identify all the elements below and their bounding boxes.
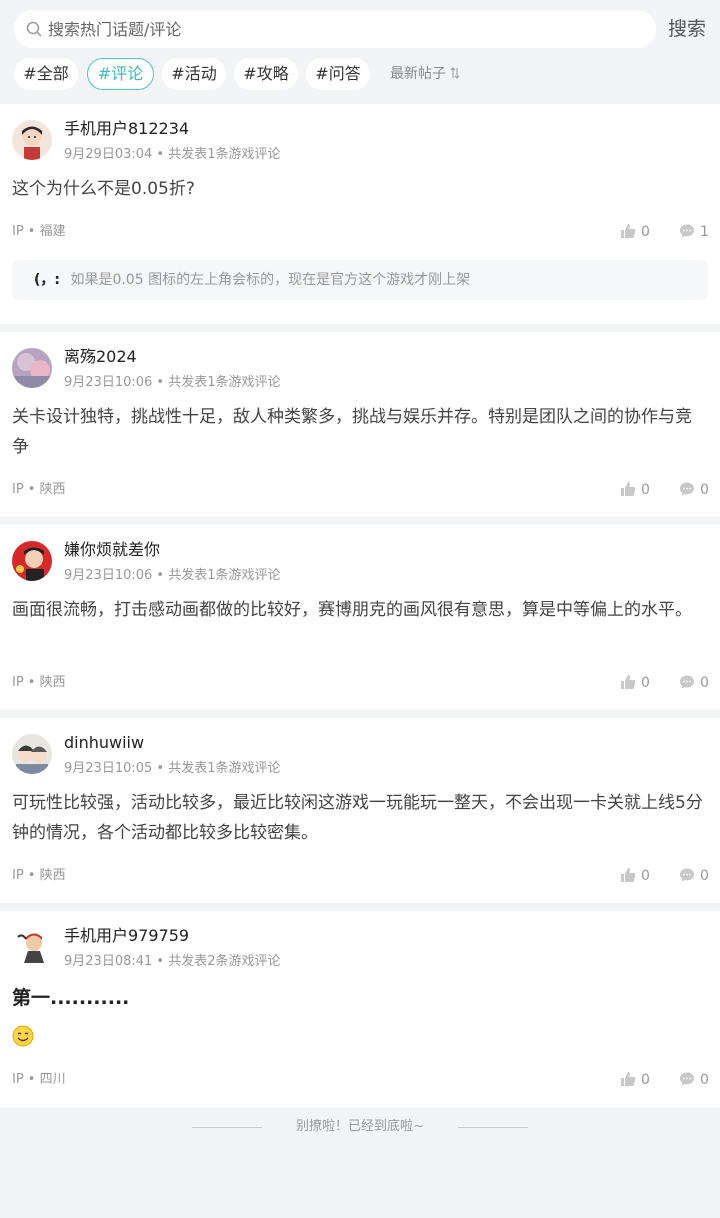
post-content[interactable]: 这个为什么不是0.05折? <box>12 174 708 204</box>
ip-location: IP • 福建 <box>12 224 66 239</box>
smiling-face-emoji <box>12 1025 34 1047</box>
comment-count: 0 <box>700 675 709 691</box>
post-card[interactable]: dinhuwiiw 9月23日10:05 • 共发表1条游戏评论 可玩性比较强，… <box>0 718 720 903</box>
post-content[interactable]: 关卡设计独特，挑战性十足，敌人种类繁多，挑战与娱乐并存。特别是团队之间的协作与竞… <box>12 402 708 462</box>
search-input[interactable] <box>48 10 638 48</box>
post-meta: 9月23日10:05 • 共发表1条游戏评论 <box>64 760 281 778</box>
thumbs-up-icon <box>621 674 636 689</box>
review-count: • 共发表1条游戏评论 <box>156 375 281 390</box>
post-time: 9月29日03:04 <box>64 147 153 162</box>
comment-count: 0 <box>700 1072 709 1088</box>
thumbs-up-icon <box>621 867 636 882</box>
post-meta: 9月29日03:04 • 共发表1条游戏评论 <box>64 146 281 164</box>
username[interactable]: 手机用户812234 <box>64 118 189 140</box>
avatar[interactable] <box>12 927 52 967</box>
comment-count: 0 <box>700 482 709 498</box>
like-button[interactable]: 0 <box>620 674 650 692</box>
post-meta: 9月23日10:06 • 共发表1条游戏评论 <box>64 374 281 392</box>
reply-text: 如果是0.05 图标的左上角会标的，现在是官方这个游戏才刚上架 <box>70 272 471 288</box>
like-count: 0 <box>641 224 650 240</box>
post-content[interactable]: 第一........... <box>12 983 708 1013</box>
tab-qa[interactable]: #问答 <box>306 58 370 90</box>
thumbs-up-icon <box>621 481 636 496</box>
reply-preview[interactable]: (，: 如果是0.05 图标的左上角会标的，现在是官方这个游戏才刚上架 <box>12 260 708 300</box>
post-time: 9月23日10:05 <box>64 761 153 776</box>
post-card[interactable]: 嫌你烦就差你 9月23日10:06 • 共发表1条游戏评论 画面很流畅，打击感动… <box>0 525 720 710</box>
top-bar: 搜索 #全部 #评论 #活动 #攻略 #问答 最新帖子 <box>0 0 720 104</box>
comment-bubble-icon <box>680 224 694 237</box>
comment-button[interactable]: 0 <box>679 481 709 499</box>
username[interactable]: 离殇2024 <box>64 346 137 368</box>
like-count: 0 <box>641 868 650 884</box>
avatar[interactable] <box>12 734 52 774</box>
end-of-list-text: 别撩啦！已经到底啦~ <box>296 1119 424 1134</box>
comment-button[interactable]: 0 <box>679 1071 709 1089</box>
username[interactable]: 手机用户979759 <box>64 925 189 947</box>
review-count: • 共发表1条游戏评论 <box>156 761 281 776</box>
post-meta: 9月23日08:41 • 共发表2条游戏评论 <box>64 953 281 971</box>
comment-bubble-icon <box>680 868 694 881</box>
comment-bubble-icon <box>680 675 694 688</box>
post-time: 9月23日08:41 <box>64 954 153 969</box>
comment-button[interactable]: 0 <box>679 867 709 885</box>
comment-button[interactable]: 1 <box>679 223 709 241</box>
divider-right <box>458 1127 528 1128</box>
thumbs-up-icon <box>621 223 636 238</box>
avatar[interactable] <box>12 120 52 160</box>
tab-events[interactable]: #活动 <box>162 58 226 90</box>
avatar[interactable] <box>12 541 52 581</box>
search-button[interactable]: 搜索 <box>668 16 706 42</box>
like-button[interactable]: 0 <box>620 223 650 241</box>
like-button[interactable]: 0 <box>620 481 650 499</box>
post-card[interactable]: 手机用户812234 9月29日03:04 • 共发表1条游戏评论 这个为什么不… <box>0 104 720 324</box>
post-time: 9月23日10:06 <box>64 375 153 390</box>
post-meta: 9月23日10:06 • 共发表1条游戏评论 <box>64 567 281 585</box>
post-content[interactable]: 画面很流畅，打击感动画都做的比较好，赛博朋克的画风很有意思，算是中等偏上的水平。 <box>12 595 708 625</box>
comment-bubble-icon <box>680 482 694 495</box>
review-count: • 共发表1条游戏评论 <box>156 568 281 583</box>
comment-count: 0 <box>700 868 709 884</box>
avatar[interactable] <box>12 348 52 388</box>
comment-bubble-icon <box>680 1072 694 1085</box>
ip-location: IP • 四川 <box>12 1072 66 1087</box>
ip-location: IP • 陕西 <box>12 482 66 497</box>
end-of-list: 别撩啦！已经到底啦~ <box>0 1118 720 1136</box>
reply-author: (，: <box>34 272 60 288</box>
tab-all[interactable]: #全部 <box>14 58 78 90</box>
review-count: • 共发表2条游戏评论 <box>156 954 281 969</box>
comment-count: 1 <box>700 224 709 240</box>
post-time: 9月23日10:06 <box>64 568 153 583</box>
like-count: 0 <box>641 482 650 498</box>
like-button[interactable]: 0 <box>620 867 650 885</box>
comment-button[interactable]: 0 <box>679 674 709 692</box>
search-box[interactable] <box>14 10 656 48</box>
search-icon <box>26 21 42 37</box>
post-card[interactable]: 手机用户979759 9月23日08:41 • 共发表2条游戏评论 第一....… <box>0 911 720 1107</box>
like-button[interactable]: 0 <box>620 1071 650 1089</box>
ip-location: IP • 陕西 <box>12 675 66 690</box>
tab-reviews[interactable]: #评论 <box>87 58 154 90</box>
post-card[interactable]: 离殇2024 9月23日10:06 • 共发表1条游戏评论 关卡设计独特，挑战性… <box>0 332 720 517</box>
ip-location: IP • 陕西 <box>12 868 66 883</box>
sort-arrows-icon <box>451 67 460 79</box>
post-content[interactable]: 可玩性比较强，活动比较多，最近比较闲这游戏一玩能玩一整天，不会出现一卡关就上线5… <box>12 788 708 848</box>
username[interactable]: dinhuwiiw <box>64 732 144 754</box>
like-count: 0 <box>641 1072 650 1088</box>
username[interactable]: 嫌你烦就差你 <box>64 539 160 561</box>
sort-label: 最新帖子 <box>390 66 446 82</box>
like-count: 0 <box>641 675 650 691</box>
sort-latest[interactable]: 最新帖子 <box>390 58 460 90</box>
tab-guides[interactable]: #攻略 <box>234 58 298 90</box>
review-count: • 共发表1条游戏评论 <box>156 147 281 162</box>
thumbs-up-icon <box>621 1071 636 1086</box>
